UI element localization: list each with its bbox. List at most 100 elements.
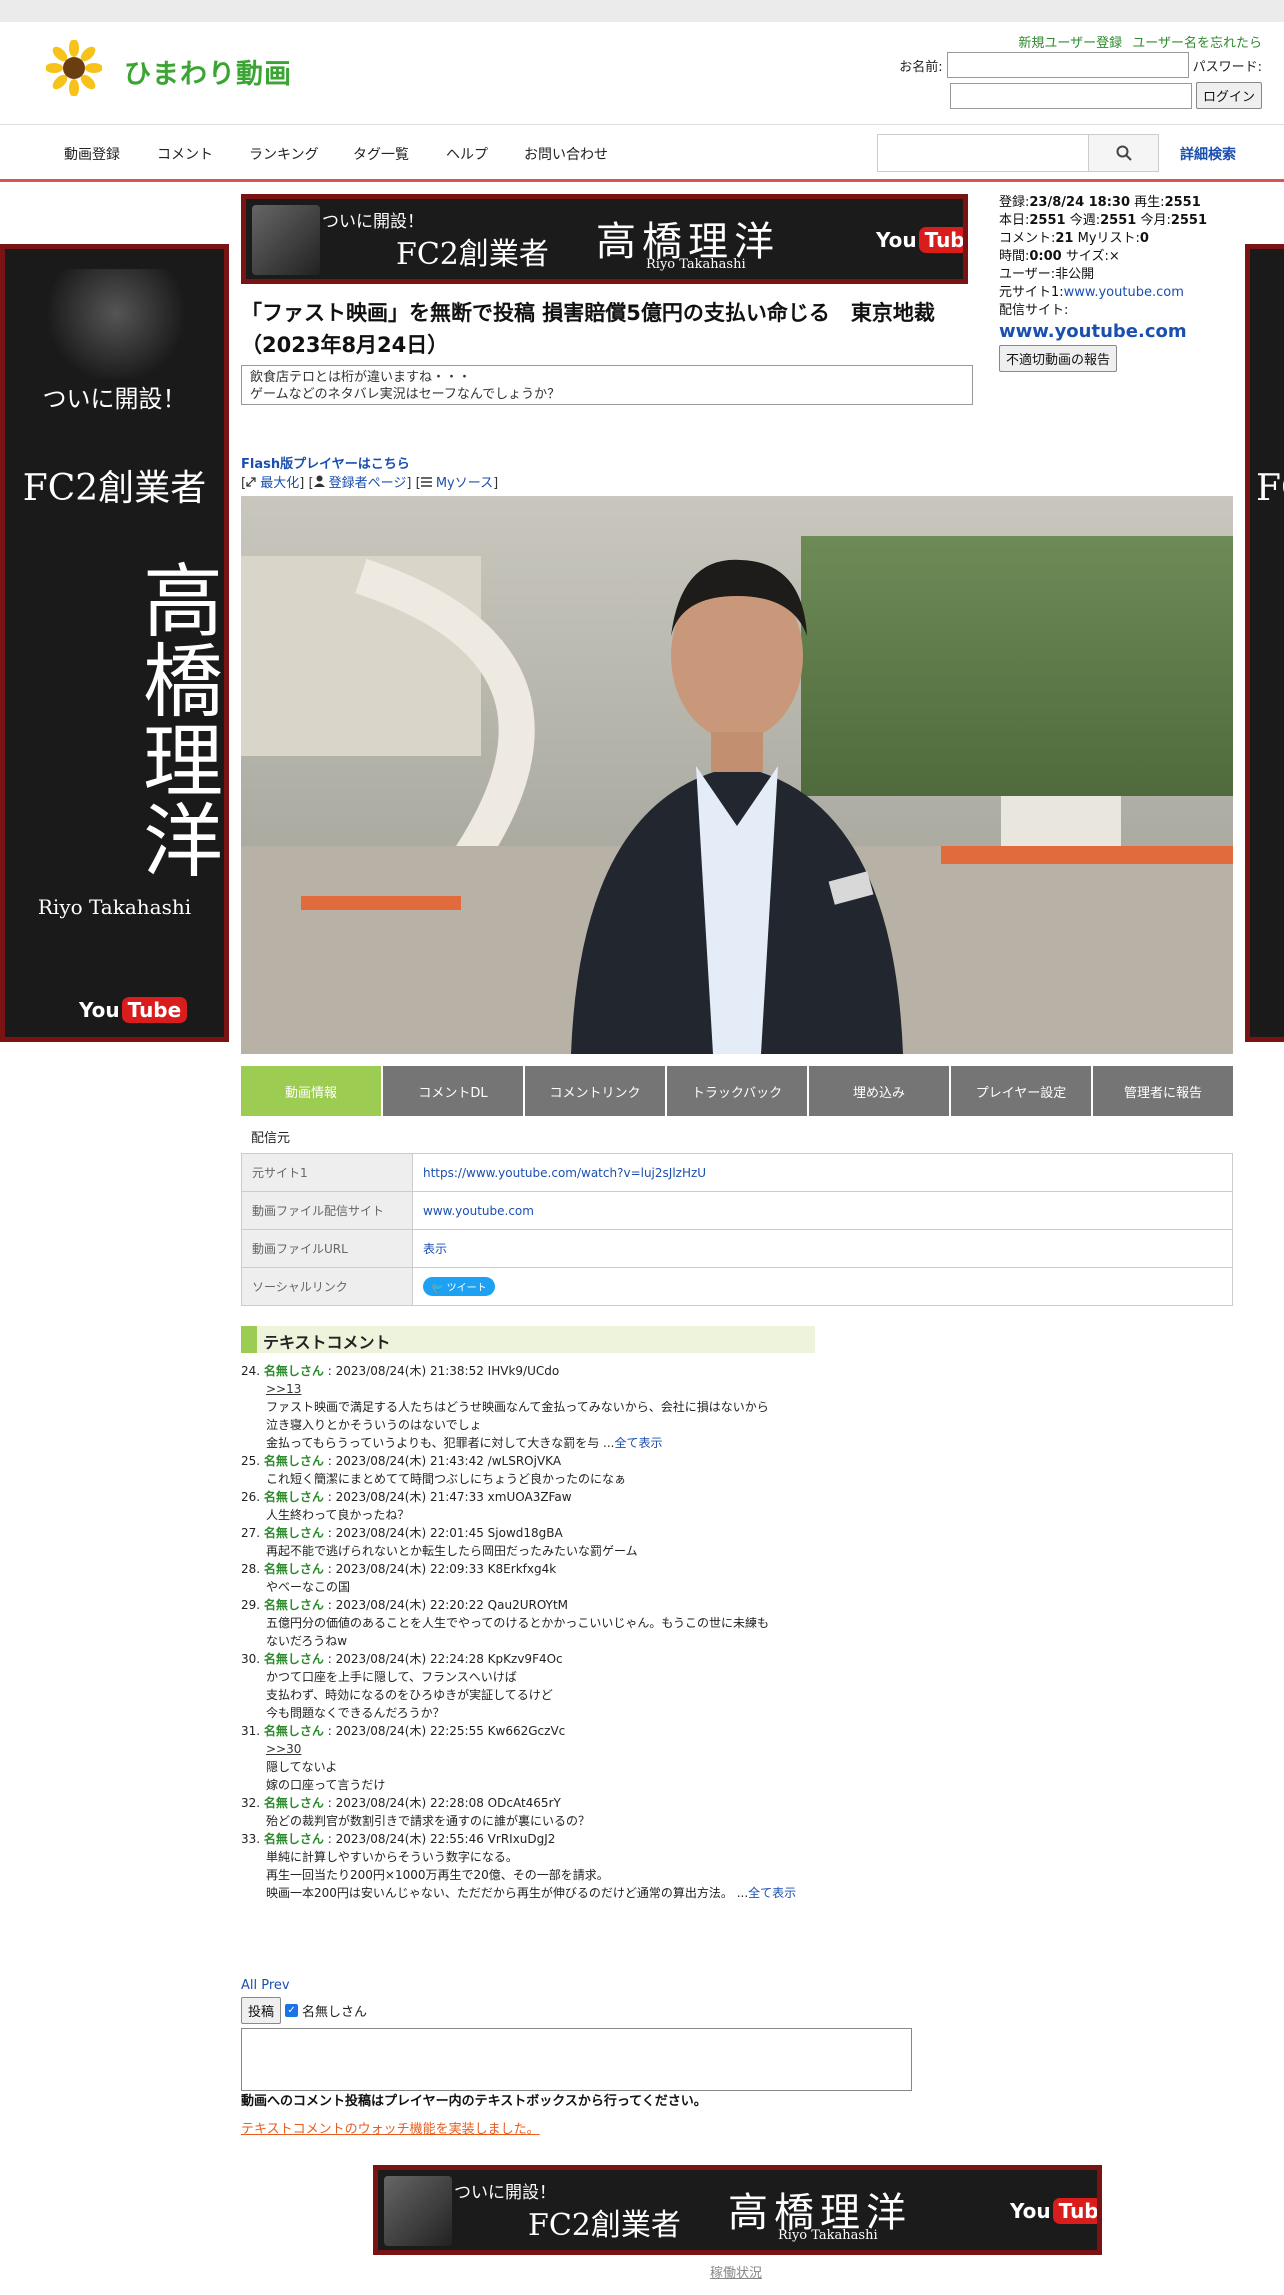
watch-feature-link[interactable]: テキストコメントのウォッチ機能を実装しました。 — [241, 2118, 540, 2137]
comment-line: 隠してないよ — [266, 1758, 821, 1776]
ad-name: 高橋理洋 — [130, 559, 223, 879]
twitter-icon: 🐦 — [431, 1283, 444, 1294]
comment-text: 単純に計算しやすいからそういう数字になる。 — [266, 1850, 518, 1864]
stat-label: 元サイト1: — [999, 285, 1064, 300]
stat-label: 本日: — [999, 213, 1030, 228]
banner-youtube-logo: YouTube — [1010, 2198, 1097, 2224]
tab-trackback[interactable]: トラックバック — [667, 1066, 807, 1116]
file-url-show-link[interactable]: 表示 — [423, 1242, 447, 1256]
info-key: 動画ファイル配信サイト — [241, 1191, 413, 1230]
banner-romaji: Riyo Takahashi — [646, 257, 746, 272]
comment-item: 27. 名無しさん : 2023/08/24(木) 22:01:45 Sjowd… — [241, 1524, 821, 1560]
comment-line: 単純に計算しやすいからそういう数字になる。 — [266, 1848, 821, 1866]
comment-author: 名無しさん — [263, 1796, 324, 1810]
password-input[interactable] — [949, 82, 1192, 109]
bottom-banner-ad[interactable]: ついに開設！ FC2創業者 高橋理洋 Riyo Takahashi You Tub… — [373, 2165, 1102, 2255]
tab-comment-dl[interactable]: コメントDL — [383, 1066, 523, 1116]
name-label: お名前: — [899, 59, 943, 75]
comment-meta: : 2023/08/24(木) 21:47:33 xmUOA3ZFaw — [327, 1490, 572, 1504]
maximize-link[interactable]: 最大化 — [260, 476, 299, 491]
search-input[interactable] — [878, 135, 1088, 171]
comment-meta: : 2023/08/24(木) 22:55:46 VrRIxuDgJ2 — [327, 1832, 556, 1846]
comment-body: 人生終わって良かったね？ — [241, 1506, 821, 1524]
top-banner-ad[interactable]: ついに開設！ FC2創業者 高橋理洋 Riyo Takahashi You Tub… — [241, 194, 968, 284]
nav-item-tags[interactable]: タグ一覧 — [353, 144, 409, 164]
comment-author: 名無しさん — [263, 1652, 324, 1666]
source-site-link[interactable]: www.youtube.com — [1064, 285, 1184, 300]
comment-number: 29. — [241, 1598, 261, 1612]
registrant-page-link[interactable]: 登録者ページ — [329, 476, 407, 491]
comment-meta: : 2023/08/24(木) 22:20:22 Qau2UROYtM — [327, 1598, 569, 1612]
source-section-label: 配信元 — [251, 1131, 291, 1146]
banner-fc2-text: FC2創業者 — [528, 2208, 681, 2243]
info-key: 動画ファイルURL — [241, 1229, 413, 1268]
nav-item-comments[interactable]: コメント — [157, 144, 213, 164]
report-video-button[interactable]: 不適切動画の報告 — [999, 345, 1118, 372]
header-links: 新規ユーザー登録 ユーザー名を忘れたら — [1012, 32, 1262, 51]
banner-youtube-logo: YouTube — [876, 227, 963, 253]
site-logo[interactable]: ひまわり動画 — [46, 36, 296, 100]
yt-you: You — [1010, 2199, 1051, 2223]
nav-item-help[interactable]: ヘルプ — [446, 144, 488, 164]
comment-number: 27. — [241, 1526, 261, 1540]
anonymous-checkbox[interactable]: ✓ — [285, 2004, 299, 2017]
my-source-link[interactable]: Myソース — [436, 476, 493, 491]
site-header: ひまわり動画 新規ユーザー登録 ユーザー名を忘れたら お名前: パスワード: ロ… — [0, 22, 1284, 125]
tweet-button[interactable]: 🐦 ツイート — [423, 1277, 495, 1296]
login-button[interactable]: ログイン — [1195, 82, 1262, 109]
flash-player-link[interactable]: Flash版プレイヤーはこちら — [241, 453, 410, 472]
comment-number: 26. — [241, 1490, 261, 1504]
ad-face — [252, 205, 320, 275]
stat-label: 再生: — [1134, 195, 1165, 210]
user-value: 非公開 — [1055, 267, 1095, 282]
info-key: 元サイト1 — [241, 1153, 413, 1192]
ad-fc2-text: FC2創業者 — [22, 468, 207, 509]
search-button[interactable] — [1088, 135, 1158, 171]
comment-meta: : 2023/08/24(木) 21:38:52 IHVk9/UCdo — [327, 1364, 560, 1378]
today-count: 2551 — [1029, 213, 1066, 228]
reply-anchor-link[interactable]: >>13 — [266, 1380, 821, 1398]
forgot-username-link[interactable]: ユーザー名を忘れたら — [1132, 36, 1262, 51]
reply-anchor-link[interactable]: >>30 — [266, 1740, 821, 1758]
comment-textarea[interactable] — [241, 2028, 912, 2091]
comment-number: 25. — [241, 1454, 261, 1468]
comment-line: 映画一本200円は安いんじゃない、ただだから再生が伸びるのだけど通常の算出方法。… — [266, 1884, 821, 1902]
yt-you: You — [79, 998, 120, 1022]
tab-player-settings[interactable]: プレイヤー設定 — [951, 1066, 1091, 1116]
show-all-link[interactable]: 全て表示 — [615, 1436, 663, 1450]
post-button[interactable]: 投稿 — [241, 1997, 282, 2024]
yt-you: You — [876, 228, 917, 252]
nav-item-ranking[interactable]: ランキング — [249, 144, 319, 164]
status-link[interactable]: 稼働状況 — [710, 2262, 762, 2281]
advanced-search-link[interactable]: 詳細検索 — [1180, 144, 1236, 164]
comment-header: 31. 名無しさん : 2023/08/24(木) 22:25:55 Kw662… — [241, 1722, 821, 1740]
stat-label: 登録: — [999, 195, 1030, 210]
expand-icon — [246, 477, 256, 487]
comment-body: >>30 隠してないよ 嫁の口座って言うだけ — [241, 1740, 821, 1794]
comment-body: 再起不能で逃げられないとか転生したら岡田だったみたいな罰ゲーム — [241, 1542, 821, 1560]
password-label: パスワード: — [1192, 59, 1262, 75]
left-side-ad[interactable]: ついに開設！ FC2創業者 高橋理洋 Riyo Takahashi You Tub… — [0, 244, 229, 1042]
yt-tube: Tube — [121, 997, 188, 1023]
comment-text: 殆どの裁判官が数割引きで請求を通すのに誰が裏にいるの？ — [266, 1814, 591, 1828]
tab-report-admin[interactable]: 管理者に報告 — [1093, 1066, 1233, 1116]
comment-meta: : 2023/08/24(木) 22:01:45 Sjowd18gBA — [327, 1526, 563, 1540]
all-prev-link[interactable]: All Prev — [241, 1978, 290, 1993]
comment-item: 28. 名無しさん : 2023/08/24(木) 22:09:33 K8Erk… — [241, 1560, 821, 1596]
main-nav: 動画登録 コメント ランキング タグ一覧 ヘルプ お問い合わせ 詳細検索 — [0, 126, 1284, 182]
size-value: × — [1108, 249, 1120, 264]
comment-text: かつて口座を上手に隠して、フランスへいけば — [266, 1670, 517, 1684]
tab-video-info[interactable]: 動画情報 — [241, 1066, 381, 1116]
tab-comment-link[interactable]: コメントリンク — [525, 1066, 665, 1116]
video-player[interactable] — [241, 496, 1233, 1054]
register-link[interactable]: 新規ユーザー登録 — [1018, 36, 1122, 51]
nav-item-video-register[interactable]: 動画登録 — [64, 144, 120, 164]
tab-embed[interactable]: 埋め込み — [809, 1066, 949, 1116]
file-site-link[interactable]: www.youtube.com — [423, 1204, 534, 1218]
nav-item-contact[interactable]: お問い合わせ — [524, 144, 608, 164]
source-url-link[interactable]: https://www.youtube.com/watch?v=luj2sJlz… — [423, 1166, 706, 1180]
username-input[interactable] — [946, 52, 1189, 78]
distribution-site-link[interactable]: www.youtube.com — [999, 321, 1187, 342]
show-all-link[interactable]: 全て表示 — [748, 1886, 796, 1900]
comment-number: 30. — [241, 1652, 261, 1666]
